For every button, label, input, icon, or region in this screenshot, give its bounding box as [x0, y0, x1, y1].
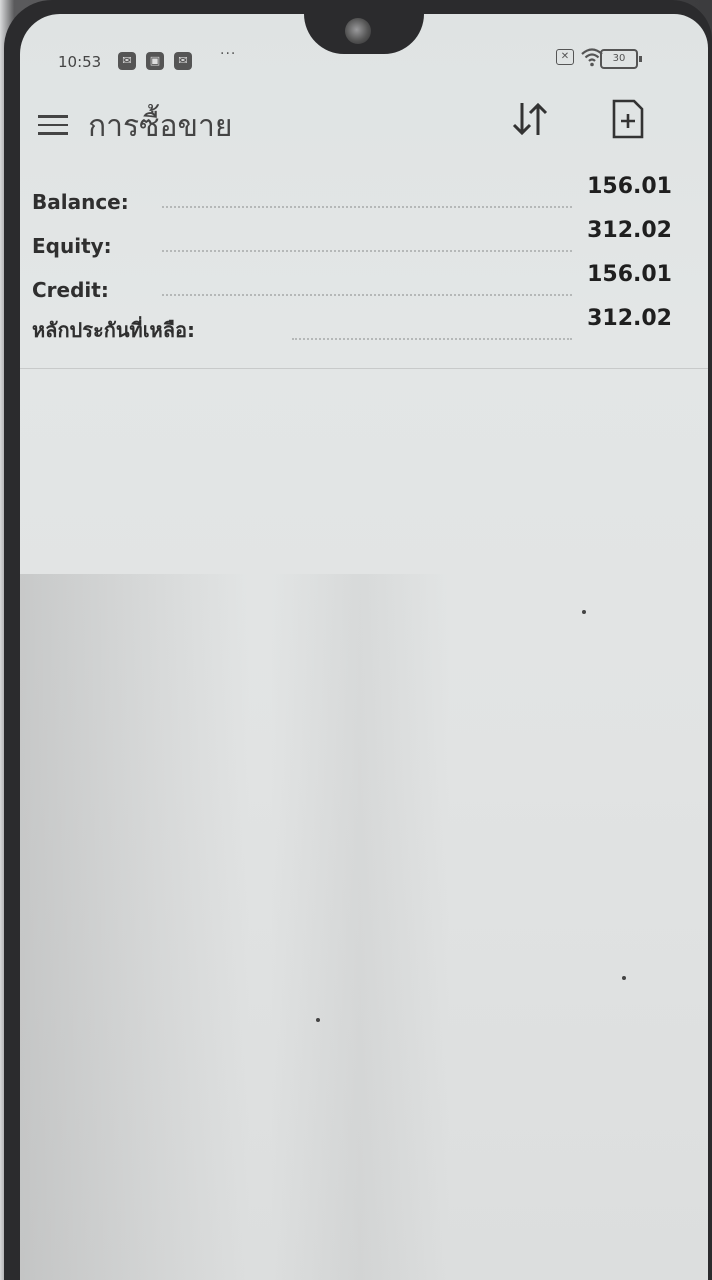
section-divider: [20, 368, 708, 369]
row-label: Equity:: [32, 234, 112, 258]
front-camera: [345, 18, 371, 44]
screen-speck: [316, 1018, 320, 1022]
page-title: การซื้อขาย: [88, 109, 233, 144]
notification-icon: ✉: [118, 52, 136, 70]
account-row-balance: Balance: 156.01: [32, 174, 672, 218]
status-time: 10:53: [58, 53, 102, 71]
row-value: 312.02: [587, 306, 672, 331]
dotted-leader: [162, 206, 572, 208]
dotted-leader: [162, 250, 572, 252]
dotted-leader: [292, 338, 572, 340]
photo-shadow: [270, 574, 450, 1280]
notification-icon: ✉: [174, 52, 192, 70]
screen-speck: [582, 610, 586, 614]
dotted-leader: [162, 294, 572, 296]
sort-arrows-icon[interactable]: [508, 97, 552, 141]
row-value: 312.02: [587, 218, 672, 243]
status-bar: 10:53 ✉ ▣ ✉ ··· ✕ 30: [20, 44, 708, 74]
row-value: 156.01: [587, 174, 672, 199]
account-row-free-margin: หลักประกันที่เหลือ: 312.02: [32, 306, 672, 350]
row-value: 156.01: [587, 262, 672, 287]
account-row-credit: Credit: 156.01: [32, 262, 672, 306]
account-summary: Balance: 156.01 Equity: 312.02 Credit: 1…: [32, 174, 672, 350]
account-row-equity: Equity: 312.02: [32, 218, 672, 262]
app-bar: การซื้อขาย: [20, 89, 708, 159]
more-notifications-icon: ···: [220, 46, 237, 62]
notification-icon: ▣: [146, 52, 164, 70]
add-order-icon[interactable]: [608, 97, 648, 141]
screen-speck: [622, 976, 626, 980]
row-label: Credit:: [32, 278, 109, 302]
battery-icon: 30: [600, 49, 642, 69]
mute-icon: ✕: [556, 49, 574, 65]
row-label: หลักประกันที่เหลือ:: [32, 318, 195, 342]
hamburger-menu-icon[interactable]: [38, 115, 68, 137]
row-label: Balance:: [32, 190, 129, 214]
phone-screen: 10:53 ✉ ▣ ✉ ··· ✕ 30 การซื้อขาย Balance:: [20, 14, 708, 1280]
photo-shadow: [20, 574, 250, 1280]
